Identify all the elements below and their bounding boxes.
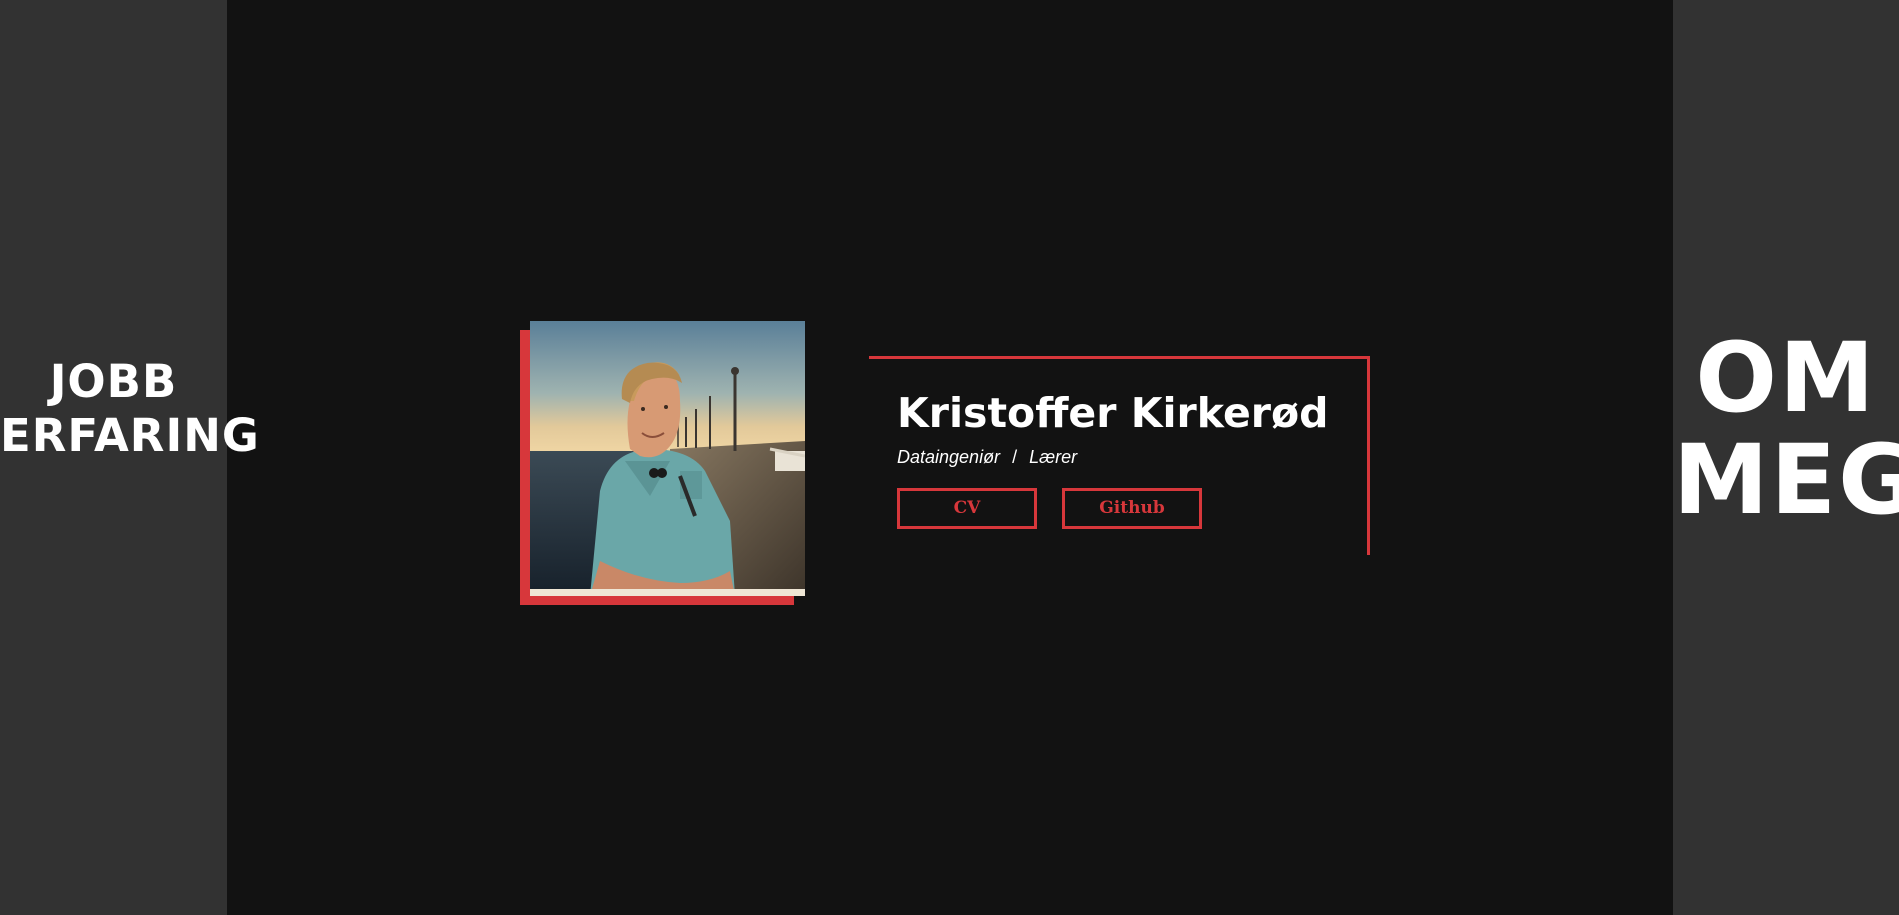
profile-roles: Dataingeniør / Lærer xyxy=(897,445,1077,469)
card-border-top xyxy=(869,356,1370,359)
nav-label-line: ERFARING xyxy=(0,409,260,462)
page: JOBB ERFARING OM MEG Kristoffer Kirkerød… xyxy=(0,0,1899,915)
nav-label-line: OM xyxy=(1695,322,1877,434)
role-label: Lærer xyxy=(1029,447,1078,467)
card-border-right xyxy=(1367,356,1370,555)
role-label: Dataingeniør xyxy=(897,447,1001,467)
role-separator: / xyxy=(1012,447,1018,467)
profile-photo-image xyxy=(530,321,805,596)
nav-label-line: MEG xyxy=(1673,424,1899,536)
nav-panel-jobb-erfaring[interactable]: JOBB ERFARING xyxy=(0,0,260,915)
profile-name: Kristoffer Kirkerød xyxy=(897,389,1329,437)
nav-panel-om-meg[interactable]: OM MEG xyxy=(1673,0,1899,915)
nav-label-jobb-erfaring: JOBB ERFARING xyxy=(0,355,260,463)
profile-photo xyxy=(530,321,805,596)
cv-button[interactable]: CV xyxy=(897,488,1037,529)
nav-label-line: JOBB xyxy=(49,355,178,408)
nav-label-om-meg: OM MEG xyxy=(1673,327,1899,531)
github-button[interactable]: Github xyxy=(1062,488,1202,529)
